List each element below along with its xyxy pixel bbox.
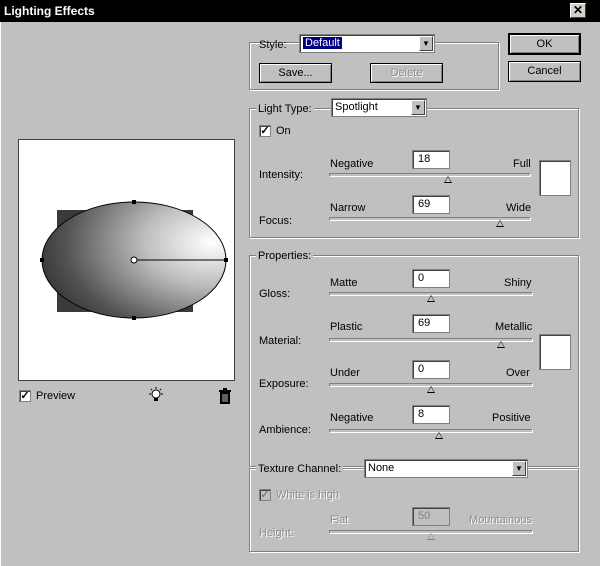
height-min-label: Flat bbox=[330, 514, 349, 526]
dialog-body: OK Cancel ✓ Preview Style: Default ▼ Sav… bbox=[0, 22, 600, 566]
white-is-high-label: White is high bbox=[276, 489, 339, 501]
light-type-legend: Light Type: bbox=[256, 103, 314, 115]
exposure-input[interactable]: 0 bbox=[412, 360, 450, 379]
preview-checkbox[interactable]: ✓ bbox=[19, 390, 31, 402]
exposure-max-label: Over bbox=[506, 367, 530, 379]
height-max-label: Mountainous bbox=[469, 514, 532, 526]
cancel-button[interactable]: Cancel bbox=[508, 61, 581, 82]
texture-legend: Texture Channel: bbox=[256, 463, 344, 475]
window-title: Lighting Effects bbox=[4, 4, 95, 18]
on-checkbox[interactable]: ✓ bbox=[259, 125, 271, 137]
ok-button[interactable]: OK bbox=[508, 33, 581, 55]
focus-label: Focus: bbox=[259, 215, 293, 227]
intensity-label: Intensity: bbox=[259, 169, 304, 181]
material-min-label: Plastic bbox=[330, 321, 363, 333]
intensity-input[interactable]: 18 bbox=[412, 150, 450, 169]
preview-image bbox=[40, 200, 228, 320]
title-bar: Lighting Effects ✕ bbox=[0, 0, 600, 22]
gloss-min-label: Matte bbox=[330, 277, 358, 289]
handle-right bbox=[224, 258, 228, 262]
material-max-label: Metallic bbox=[495, 321, 533, 333]
texture-channel-select[interactable]: None ▼ bbox=[364, 459, 528, 478]
on-label: On bbox=[276, 125, 291, 137]
focus-max-label: Wide bbox=[506, 202, 532, 214]
style-label: Style: bbox=[259, 39, 287, 51]
height-slider-thumb bbox=[427, 533, 435, 540]
ambience-input[interactable]: 8 bbox=[412, 405, 450, 424]
gloss-slider-thumb[interactable] bbox=[427, 295, 435, 302]
intensity-min-label: Negative bbox=[330, 158, 374, 170]
focus-slider-thumb[interactable] bbox=[495, 220, 504, 227]
light-bulb-icon[interactable] bbox=[147, 387, 165, 405]
close-icon[interactable]: ✕ bbox=[570, 3, 586, 18]
style-select[interactable]: Default ▼ bbox=[299, 34, 435, 53]
chevron-down-icon: ▼ bbox=[411, 100, 425, 115]
preview-canvas[interactable] bbox=[18, 139, 235, 381]
gloss-max-label: Shiny bbox=[504, 277, 532, 289]
chevron-down-icon: ▼ bbox=[512, 461, 526, 476]
properties-legend: Properties: bbox=[256, 250, 314, 262]
ambience-slider-thumb[interactable] bbox=[435, 432, 444, 439]
exposure-min-label: Under bbox=[330, 367, 360, 379]
handle-bottom bbox=[132, 316, 136, 320]
light-color-swatch[interactable] bbox=[539, 160, 571, 196]
handle-left bbox=[40, 258, 44, 262]
ambience-slider-track[interactable] bbox=[329, 429, 533, 433]
intensity-slider-track[interactable] bbox=[329, 173, 531, 177]
light-center-handle bbox=[130, 256, 138, 264]
intensity-max-label: Full bbox=[513, 158, 531, 170]
ambient-color-swatch[interactable] bbox=[539, 334, 571, 370]
exposure-slider-thumb[interactable] bbox=[427, 386, 435, 393]
save-button[interactable]: Save... bbox=[259, 63, 332, 83]
gloss-input[interactable]: 0 bbox=[412, 269, 450, 288]
height-input: 50 bbox=[412, 507, 450, 526]
light-type-select[interactable]: Spotlight ▼ bbox=[331, 98, 427, 117]
gloss-label: Gloss: bbox=[259, 288, 291, 300]
trash-icon[interactable] bbox=[218, 388, 232, 404]
white-is-high-checkbox: ✓ bbox=[259, 489, 271, 501]
focus-input[interactable]: 69 bbox=[412, 195, 450, 214]
exposure-label: Exposure: bbox=[259, 378, 309, 390]
height-label: Height: bbox=[259, 527, 294, 539]
delete-button: Delete bbox=[370, 63, 443, 83]
preview-label: Preview bbox=[36, 390, 76, 402]
ambience-max-label: Positive bbox=[492, 412, 531, 424]
intensity-slider-thumb[interactable] bbox=[444, 176, 453, 183]
handle-top bbox=[132, 200, 136, 204]
material-slider-thumb[interactable] bbox=[497, 341, 506, 348]
material-label: Material: bbox=[259, 335, 302, 347]
material-input[interactable]: 69 bbox=[412, 314, 450, 333]
chevron-down-icon: ▼ bbox=[419, 36, 433, 51]
focus-min-label: Narrow bbox=[330, 202, 366, 214]
ambience-label: Ambience: bbox=[259, 424, 311, 436]
ambience-min-label: Negative bbox=[330, 412, 374, 424]
